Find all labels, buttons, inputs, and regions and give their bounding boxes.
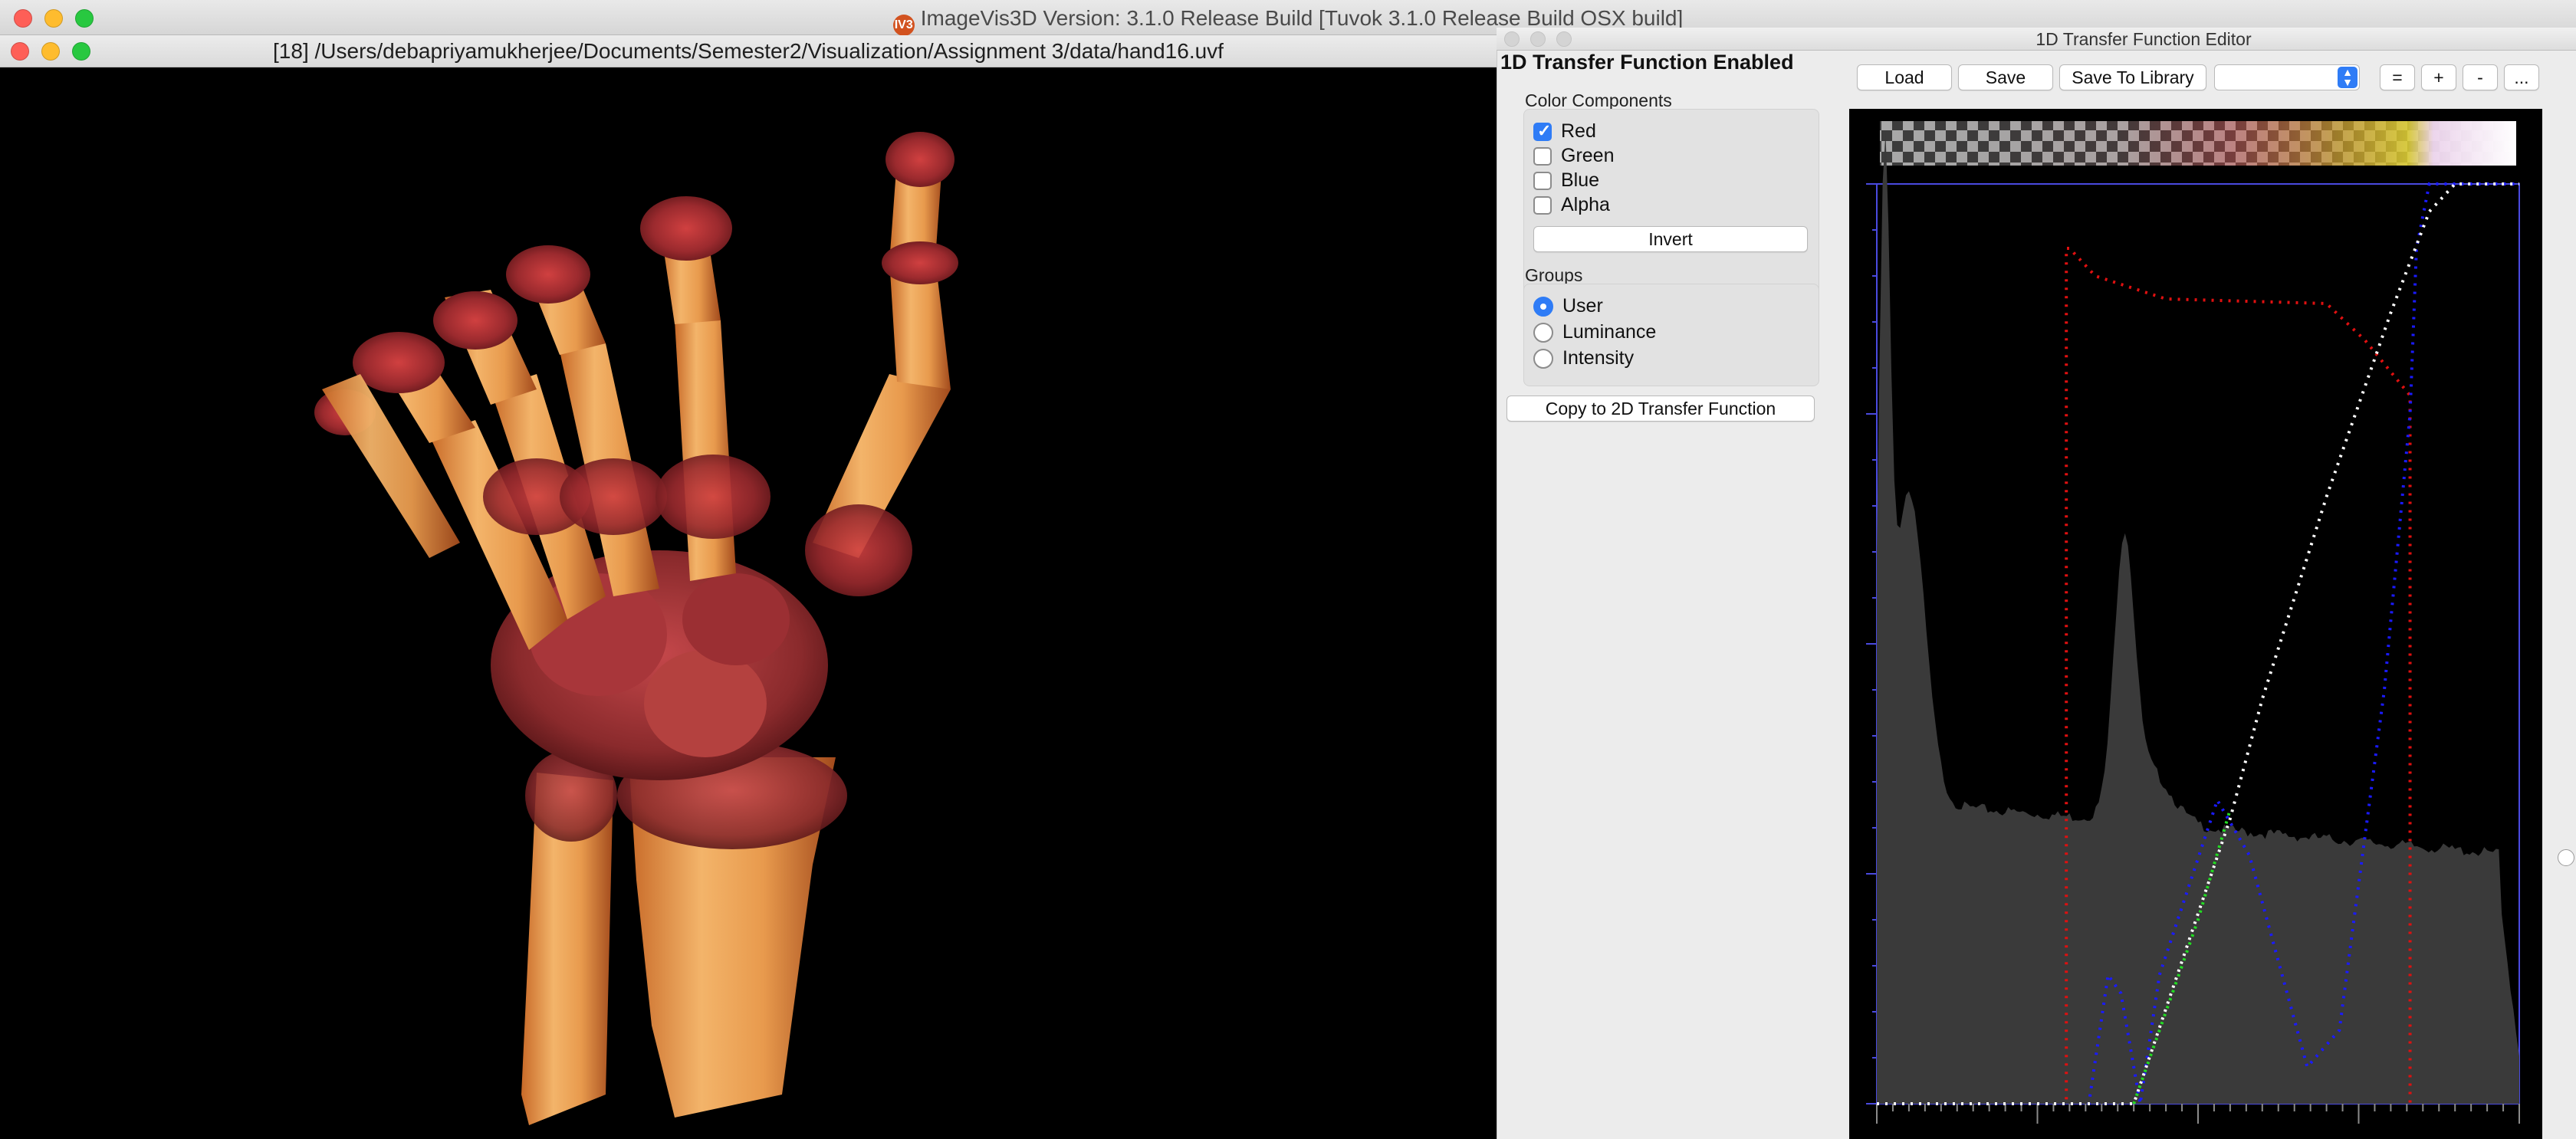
render-window: [18] /Users/debapriyamukherjee/Documents… <box>0 35 1497 1139</box>
transfer-function-canvas[interactable] <box>1849 109 2542 1139</box>
alpha-label: Alpha <box>1561 194 1610 215</box>
save-to-library-button[interactable]: Save To Library <box>2059 64 2206 90</box>
histogram <box>1877 132 2519 1105</box>
user-label: User <box>1562 295 1603 317</box>
editor-right-margin <box>2542 109 2576 1139</box>
blue-checkbox[interactable] <box>1533 171 1552 190</box>
component-blue[interactable]: Blue <box>1533 169 1599 192</box>
group-intensity[interactable]: Intensity <box>1533 347 1634 369</box>
user-radio[interactable] <box>1533 296 1553 317</box>
luminance-label: Luminance <box>1562 321 1657 343</box>
intensity-radio[interactable] <box>1533 348 1553 369</box>
hand-volume-rendering <box>314 132 958 1125</box>
green-label: Green <box>1561 145 1615 166</box>
volume-render-viewport[interactable] <box>0 67 1497 1139</box>
render-window-titlebar: [18] /Users/debapriyamukherjee/Documents… <box>0 35 1497 67</box>
color-components-title: Color Components <box>1525 90 1672 110</box>
editor-titlebar: 1D Transfer Function Editor <box>1497 28 2576 51</box>
luminance-radio[interactable] <box>1533 322 1553 343</box>
copy-to-2d-button[interactable]: Copy to 2D Transfer Function <box>1506 396 1815 422</box>
groups-title: Groups <box>1525 265 1583 285</box>
component-red[interactable]: Red <box>1533 120 1596 143</box>
blue-label: Blue <box>1561 169 1600 191</box>
more-button[interactable]: ... <box>2504 64 2539 90</box>
load-button[interactable]: Load <box>1857 64 1952 90</box>
component-alpha[interactable]: Alpha <box>1533 194 1610 216</box>
editor-toolbar: Load Save Save To Library ▲ ▼ = + - ... <box>1849 51 2576 109</box>
tf-preview-gradient <box>1880 121 2516 166</box>
transfer-function-settings-panel: 1D Transfer Function Enabled Color Compo… <box>1497 51 1849 1139</box>
app-logo-icon: IV3 <box>892 15 915 36</box>
red-checkbox[interactable] <box>1533 121 1552 141</box>
group-user[interactable]: User <box>1533 295 1603 317</box>
green-checkbox[interactable] <box>1533 146 1552 166</box>
transfer-function-plot[interactable] <box>1849 109 2542 1139</box>
minus-button[interactable]: - <box>2463 64 2498 90</box>
save-button[interactable]: Save <box>1958 64 2053 90</box>
groups-group: User Luminance Intensity <box>1523 284 1819 386</box>
app-title-text: ImageVis3D Version: 3.1.0 Release Build … <box>920 6 1684 30</box>
screen: IV3 ImageVis3D Version: 3.1.0 Release Bui… <box>0 0 2576 1139</box>
plus-button[interactable]: + <box>2421 64 2456 90</box>
chevron-updown-icon: ▲ ▼ <box>2338 67 2358 88</box>
histogram-area <box>1877 132 2519 1105</box>
component-green[interactable]: Green <box>1533 145 1614 167</box>
preset-select[interactable]: ▲ ▼ <box>2214 64 2360 90</box>
alpha-checkbox[interactable] <box>1533 195 1552 215</box>
equal-button[interactable]: = <box>2380 64 2415 90</box>
intensity-label: Intensity <box>1562 347 1635 369</box>
render-window-title: [18] /Users/debapriyamukherjee/Documents… <box>273 39 1224 63</box>
histogram-scale-slider[interactable] <box>2558 849 2574 866</box>
tf-enabled-label: 1D Transfer Function Enabled <box>1500 51 1794 74</box>
red-label: Red <box>1561 120 1596 142</box>
invert-button[interactable]: Invert <box>1533 226 1808 252</box>
editor-title: 1D Transfer Function Editor <box>2036 29 2252 49</box>
group-luminance[interactable]: Luminance <box>1533 321 1656 343</box>
